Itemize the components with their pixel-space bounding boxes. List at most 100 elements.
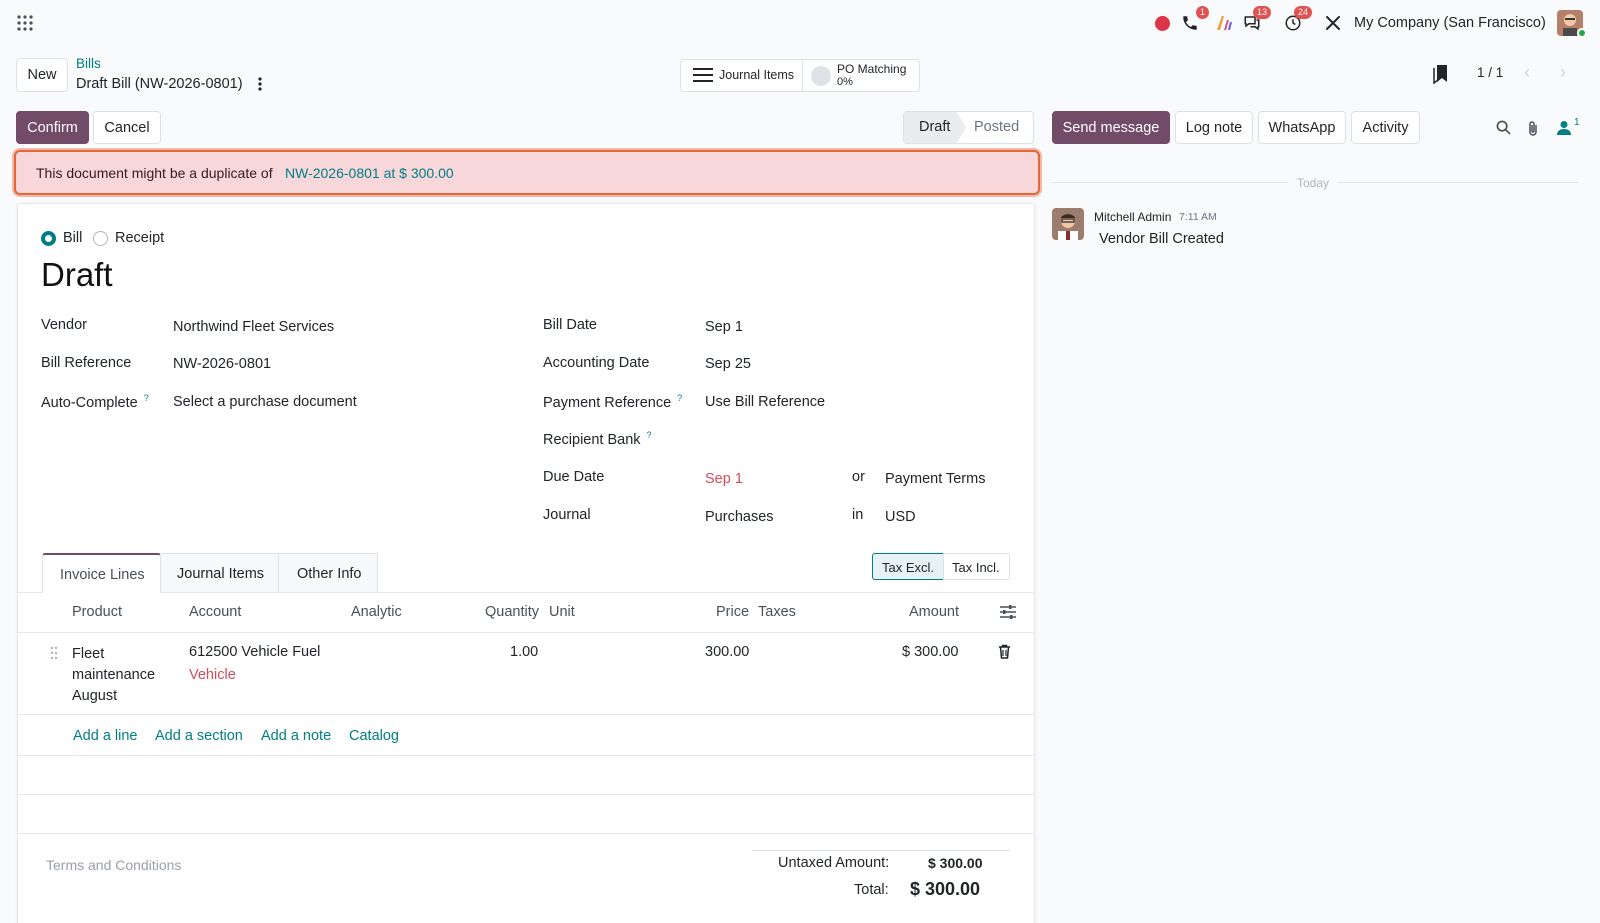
accounting-date-field[interactable]: Sep 25 [705, 356, 751, 372]
tax-incl-toggle[interactable]: Tax Incl. [943, 553, 1010, 580]
add-note-link[interactable]: Add a note [261, 728, 331, 744]
empty-row-divider-1 [17, 755, 1035, 756]
col-analytic[interactable]: Analytic [351, 604, 402, 620]
row-divider [17, 714, 1035, 715]
total-value: $ 300.00 [910, 879, 981, 899]
col-price[interactable]: Price [716, 604, 749, 620]
due-date-field[interactable]: Sep 1 [705, 471, 743, 487]
status-posted[interactable]: Posted [974, 119, 1019, 135]
add-section-link[interactable]: Add a section [155, 728, 243, 744]
currency-field[interactable]: USD [885, 509, 916, 525]
activity-badge: 24 [1293, 6, 1312, 19]
apps-menu-icon[interactable] [17, 15, 33, 31]
add-line-link[interactable]: Add a line [73, 728, 138, 744]
col-unit[interactable]: Unit [549, 604, 575, 620]
po-matching-label: PO Matching [837, 62, 907, 76]
message-author-avatar[interactable] [1052, 208, 1084, 240]
auto-complete-field[interactable]: Select a purchase document [173, 394, 357, 410]
bookmark-icon[interactable] [1433, 64, 1449, 85]
record-icon[interactable] [1155, 16, 1170, 31]
po-matching-value: 0% [837, 76, 853, 88]
activity-button[interactable]: Activity [1351, 111, 1420, 144]
terms-conditions-field[interactable]: Terms and Conditions [46, 857, 181, 873]
recipient-bank-field[interactable] [705, 430, 995, 450]
journal-items-smart-button[interactable]: Journal Items [681, 60, 803, 91]
radio-receipt[interactable] [93, 231, 108, 246]
breadcrumb-bills[interactable]: Bills [76, 56, 101, 71]
list-icon [693, 68, 713, 85]
or-label: or [852, 469, 865, 485]
empty-row-divider-3 [17, 833, 1035, 834]
search-messages-icon[interactable] [1496, 120, 1511, 135]
log-note-button[interactable]: Log note [1175, 111, 1253, 144]
status-draft-label: Draft [919, 119, 951, 135]
radio-receipt-label: Receipt [115, 230, 165, 246]
tab-other-info[interactable]: Other Info [279, 553, 378, 592]
vendor-field[interactable]: Northwind Fleet Services [173, 319, 334, 335]
due-date-label: Due Date [543, 469, 605, 485]
help-icon[interactable]: ? [647, 430, 652, 440]
phone-icon[interactable]: 1 [1181, 6, 1209, 32]
col-quantity[interactable]: Quantity [485, 604, 539, 620]
bill-date-field[interactable]: Sep 1 [705, 319, 743, 335]
help-icon[interactable]: ? [677, 393, 682, 403]
po-matching-smart-button[interactable]: PO Matching 0% [803, 60, 919, 91]
confirm-button[interactable]: Confirm [16, 111, 89, 144]
payment-terms-field[interactable]: Payment Terms [885, 471, 985, 487]
date-separator-line-left [1052, 182, 1288, 183]
cancel-button[interactable]: Cancel [93, 111, 161, 144]
col-account[interactable]: Account [189, 604, 241, 620]
activity-clock-icon[interactable]: 24 [1284, 6, 1312, 32]
tools-icon[interactable] [1324, 14, 1342, 32]
company-switcher[interactable]: My Company (San Francisco) [1354, 15, 1546, 31]
line-account[interactable]: 612500 Vehicle Fuel [189, 644, 320, 660]
message-body: Vendor Bill Created [1099, 231, 1224, 247]
drag-handle-icon[interactable] [50, 646, 58, 660]
payment-reference-label: Payment Reference? [543, 393, 682, 411]
pager-next-icon[interactable]: › [1560, 62, 1576, 82]
discuss-badge: 13 [1252, 6, 1271, 19]
totals-top-divider [752, 850, 1010, 851]
col-product[interactable]: Product [72, 604, 122, 620]
bill-reference-field[interactable]: NW-2026-0801 [173, 356, 271, 372]
date-separator: Today [1297, 176, 1330, 190]
send-message-button[interactable]: Send message [1052, 111, 1170, 144]
tab-invoice-lines[interactable]: Invoice Lines [42, 553, 161, 593]
line-quantity[interactable]: 1.00 [510, 644, 538, 660]
tab-journal-items[interactable]: Journal Items [161, 553, 279, 592]
state-title: Draft [41, 256, 113, 293]
followers-icon[interactable] [1557, 120, 1571, 135]
catalog-link[interactable]: Catalog [349, 728, 399, 744]
ai-icon[interactable] [1215, 14, 1233, 32]
delete-line-icon[interactable] [998, 644, 1011, 659]
message-time: 7:11 AM [1179, 211, 1217, 223]
record-actions-menu-icon[interactable] [256, 76, 264, 92]
duplicate-alert-link[interactable]: NW-2026-0801 at $ 300.00 [285, 165, 454, 181]
help-icon[interactable]: ? [144, 393, 149, 403]
accounting-date-label: Accounting Date [543, 355, 650, 371]
tax-excl-toggle[interactable]: Tax Excl. [872, 553, 944, 580]
line-analytic-tag[interactable]: Vehicle [189, 667, 236, 683]
phone-badge: 1 [1195, 6, 1209, 19]
journal-field[interactable]: Purchases [705, 509, 774, 525]
attachment-icon[interactable] [1527, 120, 1539, 137]
radio-bill[interactable] [41, 231, 56, 246]
message-author[interactable]: Mitchell Admin [1094, 210, 1171, 224]
bill-date-label: Bill Date [543, 317, 597, 333]
total-label: Total: [854, 882, 889, 898]
discuss-icon[interactable]: 13 [1243, 6, 1271, 32]
new-button[interactable]: New [16, 58, 68, 92]
column-settings-icon[interactable] [1000, 605, 1016, 619]
empty-row-divider-2 [17, 794, 1035, 795]
line-product[interactable]: Fleet maintenance August [72, 644, 155, 707]
tab-journal-items-label: Journal Items [177, 566, 265, 582]
untaxed-amount-value: $ 300.00 [928, 855, 983, 871]
payment-reference-field[interactable]: Use Bill Reference [705, 394, 825, 410]
line-price[interactable]: 300.00 [705, 644, 749, 660]
col-amount[interactable]: Amount [909, 604, 959, 620]
pager-prev-icon[interactable]: ‹ [1524, 62, 1540, 82]
tax-incl-label: Tax Incl. [952, 560, 1000, 575]
col-taxes[interactable]: Taxes [758, 604, 796, 620]
pager-value[interactable]: 1 / 1 [1477, 65, 1503, 80]
whatsapp-button[interactable]: WhatsApp [1258, 111, 1346, 144]
